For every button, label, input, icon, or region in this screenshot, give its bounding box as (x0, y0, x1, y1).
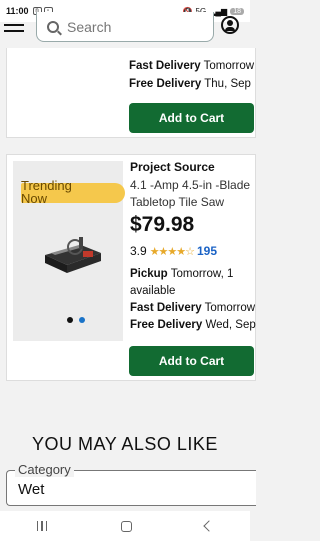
product-title-line1: 4.1 -Amp 4.5-in -Blade (130, 178, 251, 192)
free-delivery-row: Free Delivery Thu, Sep (129, 78, 251, 90)
product-title[interactable]: 4.1 -Amp 4.5-in -Blade Tabletop Tile Saw (130, 177, 250, 211)
tile-saw-image (45, 237, 101, 273)
add-to-cart-button[interactable]: Add to Cart (129, 103, 254, 133)
category-label: Category (15, 463, 74, 477)
category-select[interactable]: Category Wet (6, 463, 256, 506)
product-price: $79.98 (130, 213, 195, 236)
search-icon (47, 20, 59, 33)
pickup-label: Pickup (130, 268, 168, 280)
product-card[interactable]: Trending Now Project Source 4.1 -Amp 4.5… (6, 154, 256, 381)
menu-icon[interactable] (4, 24, 24, 38)
fast-delivery-row: Fast Delivery Tomorrow (129, 60, 254, 72)
product-rating[interactable]: 3.9 ★★★★☆ 195 (130, 244, 217, 258)
app-header: Search (0, 0, 250, 48)
free-delivery-label: Free Delivery (130, 319, 203, 331)
free-delivery-value: Wed, Sep (205, 319, 256, 331)
fast-delivery-label: Fast Delivery (129, 60, 201, 72)
star-rating-icon: ★★★★☆ (149, 245, 195, 258)
account-icon[interactable] (221, 16, 239, 34)
section-title: YOU MAY ALSO LIKE (32, 434, 218, 454)
add-to-cart-button[interactable]: Add to Cart (129, 346, 254, 376)
fast-delivery-value: Tomorrow (204, 302, 256, 314)
pickup-row: Pickup Tomorrow, 1 (130, 266, 256, 283)
pickup-availability: available (130, 285, 176, 297)
fast-delivery-label: Fast Delivery (130, 302, 202, 314)
carousel-dot[interactable] (67, 317, 73, 323)
trending-badge-text: Trending Now (21, 178, 72, 206)
product-brand: Project Source (130, 160, 215, 174)
carousel-dot-active[interactable] (79, 317, 85, 323)
review-count[interactable]: 195 (197, 244, 217, 258)
rating-value: 3.9 (130, 244, 147, 258)
free-delivery-label: Free Delivery (129, 78, 202, 90)
home-icon[interactable] (120, 520, 132, 532)
category-value: Wet (18, 481, 45, 498)
fast-delivery-row: Fast Delivery Tomorrow (130, 300, 256, 317)
free-delivery-row: Free Delivery Wed, Sep (130, 317, 256, 334)
pickup-value: Tomorrow, 1 (170, 268, 234, 280)
carousel-dots[interactable] (67, 317, 85, 323)
system-nav-bar (0, 511, 250, 541)
product-image-carousel[interactable]: Trending Now (13, 161, 125, 341)
product-title-line2: Tabletop Tile Saw (130, 195, 225, 209)
fast-delivery-value: Tomorrow (203, 60, 255, 72)
search-input[interactable]: Search (36, 12, 214, 42)
previous-product-card: Fast Delivery Tomorrow Free Delivery Thu… (6, 48, 256, 138)
fulfillment-info: Pickup Tomorrow, 1 available Fast Delive… (130, 266, 256, 334)
back-icon[interactable] (203, 520, 215, 532)
free-delivery-value: Thu, Sep (204, 78, 251, 90)
recent-apps-icon[interactable] (36, 521, 48, 531)
search-placeholder: Search (67, 18, 112, 35)
